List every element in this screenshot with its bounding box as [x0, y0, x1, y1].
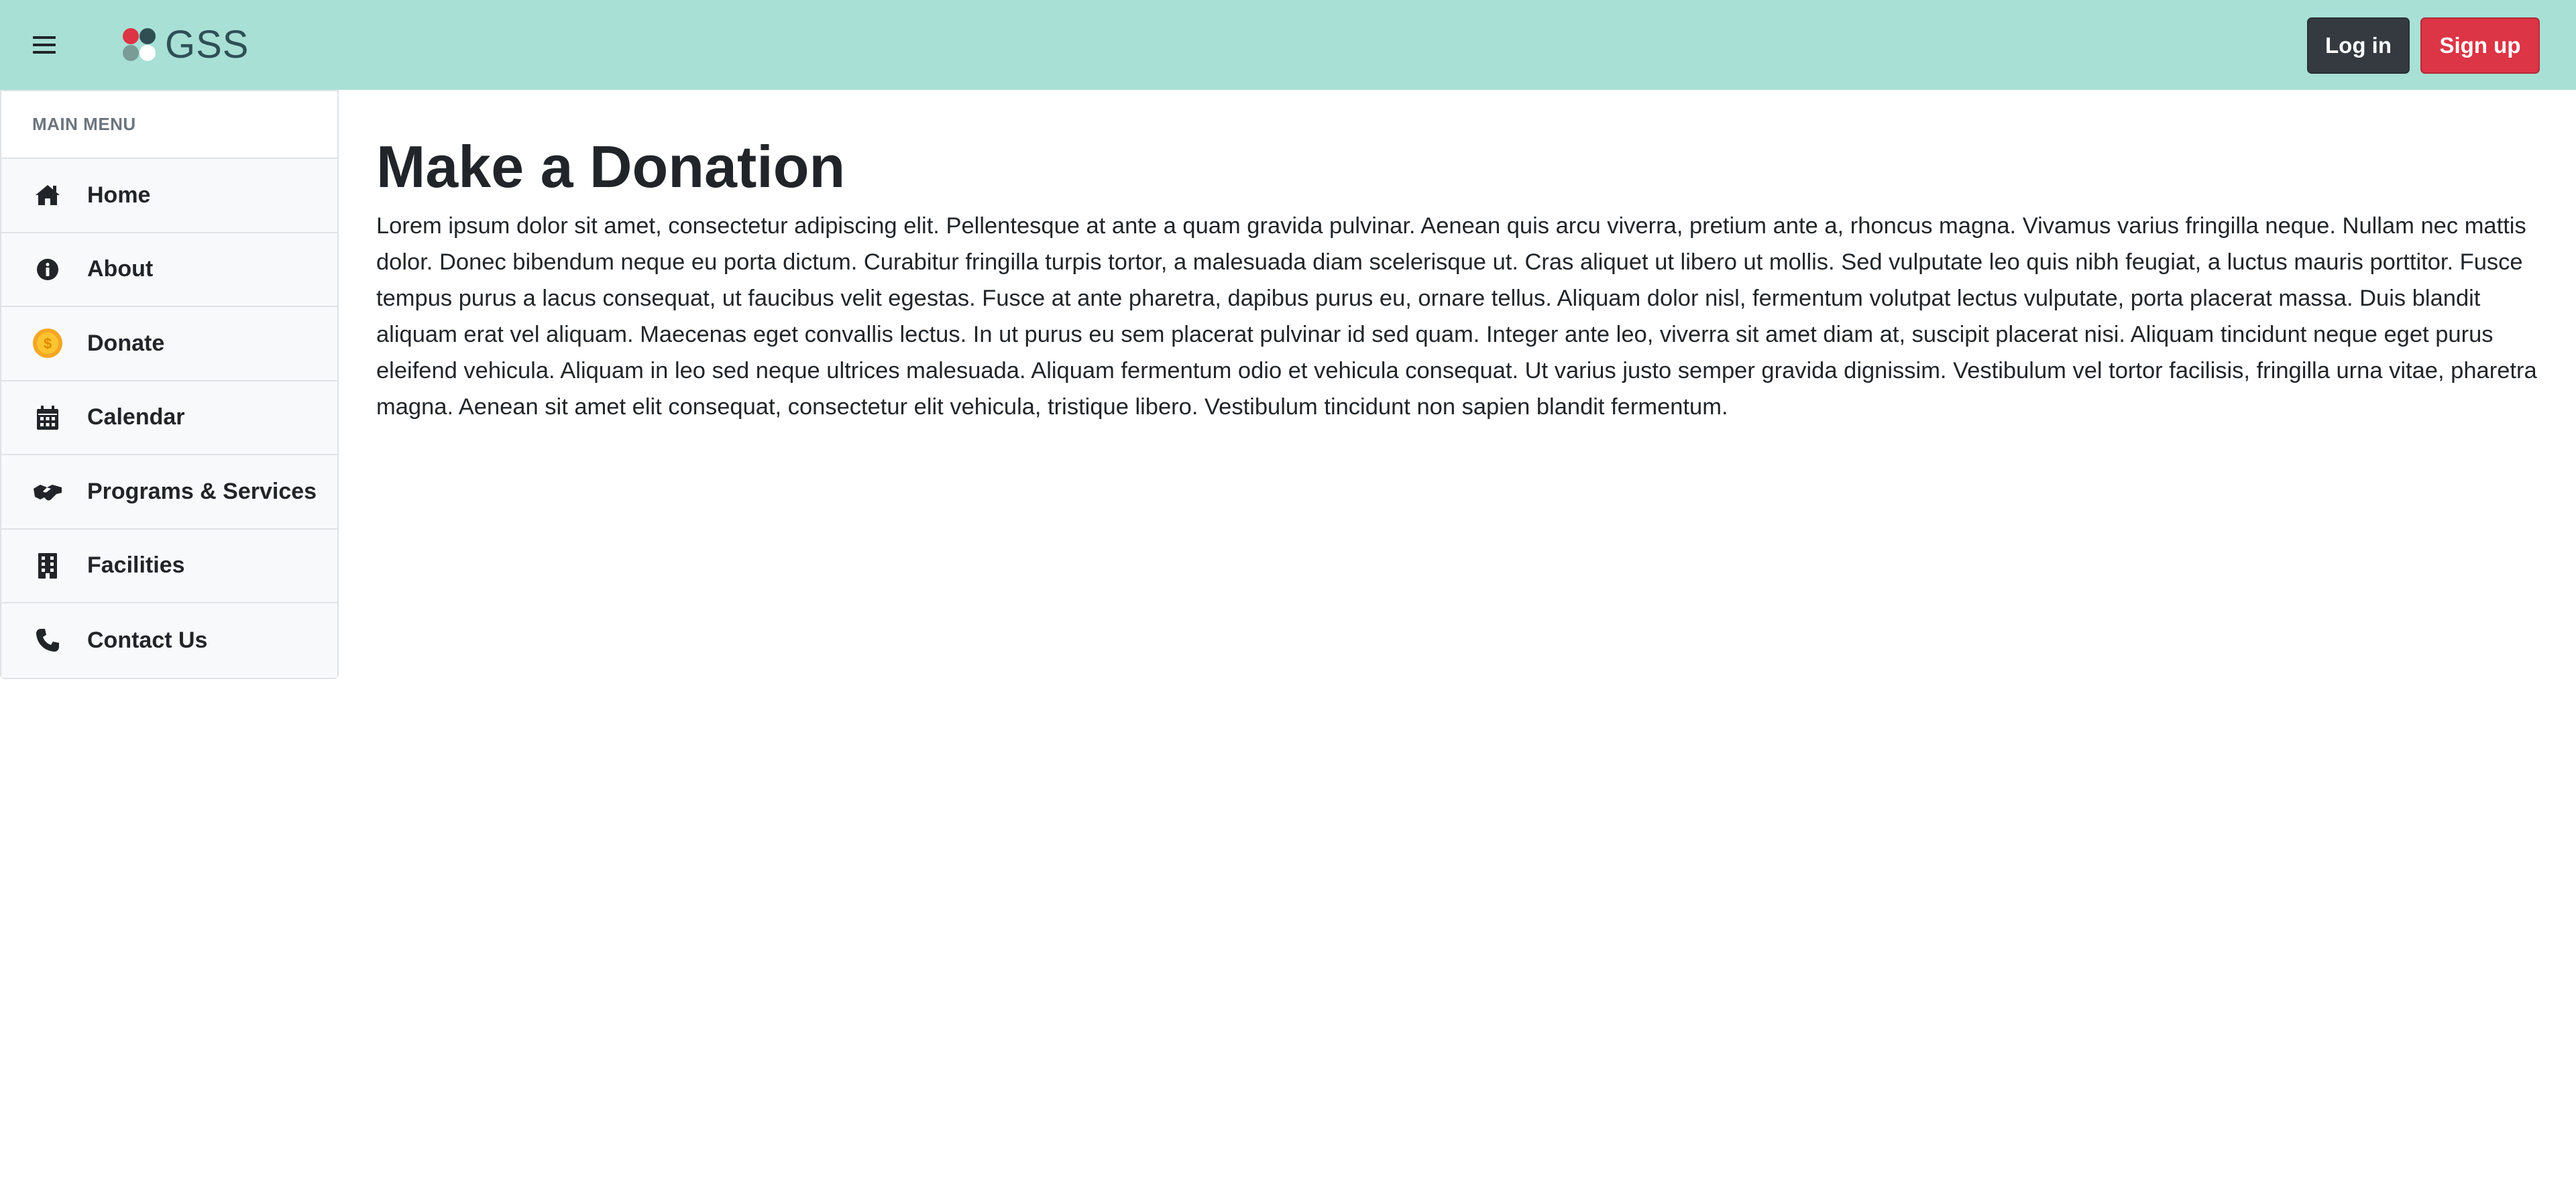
main-menu-sidebar: MAIN MENU Home About $ Donate Calendar P…	[0, 90, 339, 679]
brand[interactable]: GSS	[121, 24, 249, 66]
info-icon	[32, 254, 63, 285]
coin-icon: $	[32, 328, 63, 359]
building-icon	[32, 550, 63, 581]
sidebar-item-label: Home	[87, 182, 151, 208]
logo-icon	[121, 26, 158, 64]
sidebar-item-programs-services[interactable]: Programs & Services	[1, 455, 337, 530]
sidebar-item-home[interactable]: Home	[1, 159, 337, 233]
phone-icon	[32, 625, 63, 656]
svg-text:$: $	[44, 335, 52, 352]
sidebar-item-calendar[interactable]: Calendar	[1, 381, 337, 455]
calendar-icon	[32, 402, 63, 433]
sidebar-header: MAIN MENU	[1, 91, 337, 159]
login-button[interactable]: Log in	[2307, 17, 2410, 74]
sidebar-item-label: Programs & Services	[87, 478, 317, 504]
sidebar-item-label: Calendar	[87, 404, 185, 430]
sidebar-item-label: About	[87, 256, 154, 282]
sidebar-item-donate[interactable]: $ Donate	[1, 307, 337, 381]
brand-name: GSS	[165, 23, 249, 66]
sidebar-item-about[interactable]: About	[1, 233, 337, 307]
sidebar-item-label: Facilities	[87, 552, 185, 579]
sidebar-item-contact-us[interactable]: Contact Us	[1, 603, 337, 678]
main-content: Make a Donation Lorem ipsum dolor sit am…	[376, 90, 2542, 425]
home-icon	[32, 180, 63, 211]
top-navbar: GSS Log in Sign up	[0, 0, 2576, 90]
page-title: Make a Donation	[376, 133, 846, 200]
hamburger-icon[interactable]	[31, 32, 58, 58]
signup-button[interactable]: Sign up	[2420, 17, 2540, 74]
page-body-text: Lorem ipsum dolor sit amet, consectetur …	[376, 213, 2537, 420]
sidebar-item-label: Donate	[87, 330, 165, 356]
sidebar-item-facilities[interactable]: Facilities	[1, 529, 337, 603]
sidebar-item-label: Contact Us	[87, 627, 208, 653]
handshake-icon	[32, 476, 63, 507]
